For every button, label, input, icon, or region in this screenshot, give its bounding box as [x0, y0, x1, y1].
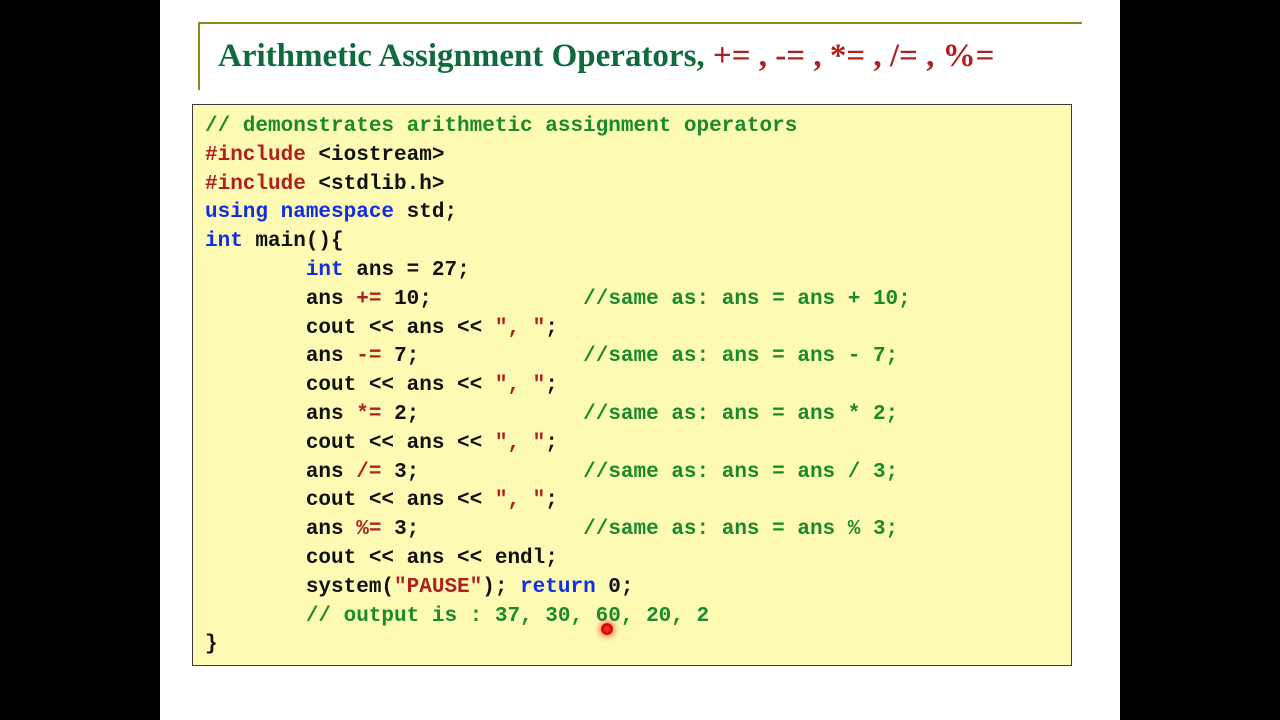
return-zero: 0;: [608, 576, 633, 599]
code-block: // demonstrates arithmetic assignment op…: [192, 104, 1072, 666]
str-sep-2: ", ": [495, 374, 545, 397]
pause-string: "PAUSE": [394, 576, 482, 599]
comment-plus-equals: //same as: ans = ans + 10;: [583, 288, 911, 311]
cout-line-2a: cout << ans <<: [205, 374, 495, 397]
op-plus-equals: +=: [356, 288, 381, 311]
cout-line-4b: ;: [545, 489, 558, 512]
slide-title: Arithmetic Assignment Operators, += , -=…: [218, 38, 1074, 76]
val-7m: 7;: [381, 345, 583, 368]
comment-mod-equals: //same as: ans = ans % 3;: [583, 518, 898, 541]
ans-decl: ans = 27;: [356, 259, 469, 282]
int-keyword-main: int: [205, 230, 255, 253]
code-comment-header: // demonstrates arithmetic assignment op…: [205, 115, 797, 138]
comment-times-equals: //same as: ans = ans * 2;: [583, 403, 898, 426]
cout-line-1b: ;: [545, 317, 558, 340]
ans-ident-4: ans: [306, 461, 356, 484]
cout-line-3b: ;: [545, 432, 558, 455]
val-3d: 3;: [381, 461, 583, 484]
str-sep-1: ", ": [495, 317, 545, 340]
str-sep-4: ", ": [495, 489, 545, 512]
output-comment: // output is : 37, 30, 60, 20, 2: [205, 605, 709, 628]
std-ident: std;: [407, 201, 457, 224]
op-times-equals: *=: [356, 403, 381, 426]
slide-title-frame: Arithmetic Assignment Operators, += , -=…: [198, 22, 1082, 90]
val-2t: 2;: [381, 403, 583, 426]
ans-ident-1: ans: [306, 288, 356, 311]
comment-minus-equals: //same as: ans = ans - 7;: [583, 345, 898, 368]
title-operators: += , -= , *= , /= , %=: [713, 38, 994, 74]
cout-line-2b: ;: [545, 374, 558, 397]
int-keyword-decl: int: [306, 259, 356, 282]
cout-line-1a: cout << ans <<: [205, 317, 495, 340]
cout-line-4a: cout << ans <<: [205, 489, 495, 512]
val-3r: 3;: [381, 518, 583, 541]
preproc-include-1: #include: [205, 144, 318, 167]
closing-brace: }: [205, 633, 218, 656]
return-keyword: return: [520, 576, 608, 599]
ans-ident-5: ans: [306, 518, 356, 541]
using-namespace: using namespace: [205, 201, 407, 224]
ans-ident-2: ans: [306, 345, 356, 368]
title-text: Arithmetic Assignment Operators,: [218, 38, 713, 74]
system-call-post: );: [482, 576, 520, 599]
op-mod-equals: %=: [356, 518, 381, 541]
slide-content: Arithmetic Assignment Operators, += , -=…: [160, 0, 1120, 720]
header-stdlib: <stdlib.h>: [318, 173, 444, 196]
preproc-include-2: #include: [205, 173, 318, 196]
op-div-equals: /=: [356, 461, 381, 484]
op-minus-equals: -=: [356, 345, 381, 368]
ans-ident-3: ans: [306, 403, 356, 426]
val-10: 10;: [381, 288, 583, 311]
header-iostream: <iostream>: [318, 144, 444, 167]
str-sep-3: ", ": [495, 432, 545, 455]
cout-line-3a: cout << ans <<: [205, 432, 495, 455]
cout-endl-line: cout << ans << endl;: [205, 547, 558, 570]
system-call-pre: system(: [205, 576, 394, 599]
comment-div-equals: //same as: ans = ans / 3;: [583, 461, 898, 484]
main-signature: main(){: [255, 230, 343, 253]
